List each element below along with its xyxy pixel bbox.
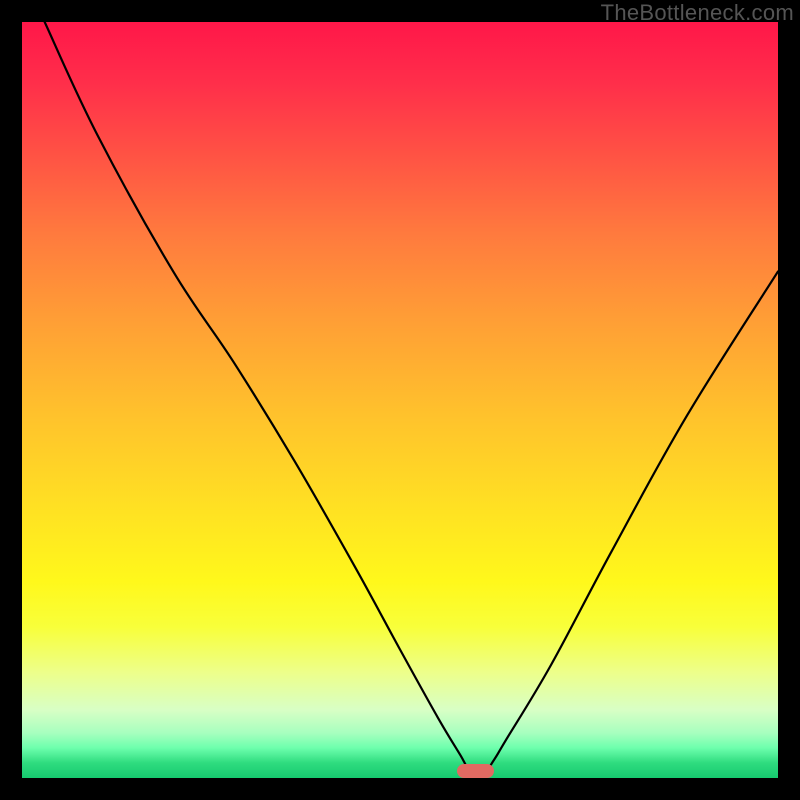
bottleneck-curve <box>22 22 778 778</box>
curve-path <box>45 22 778 777</box>
chart-container: TheBottleneck.com <box>0 0 800 800</box>
plot-area <box>22 22 778 778</box>
optimal-marker <box>457 764 495 778</box>
watermark-text: TheBottleneck.com <box>601 0 794 26</box>
